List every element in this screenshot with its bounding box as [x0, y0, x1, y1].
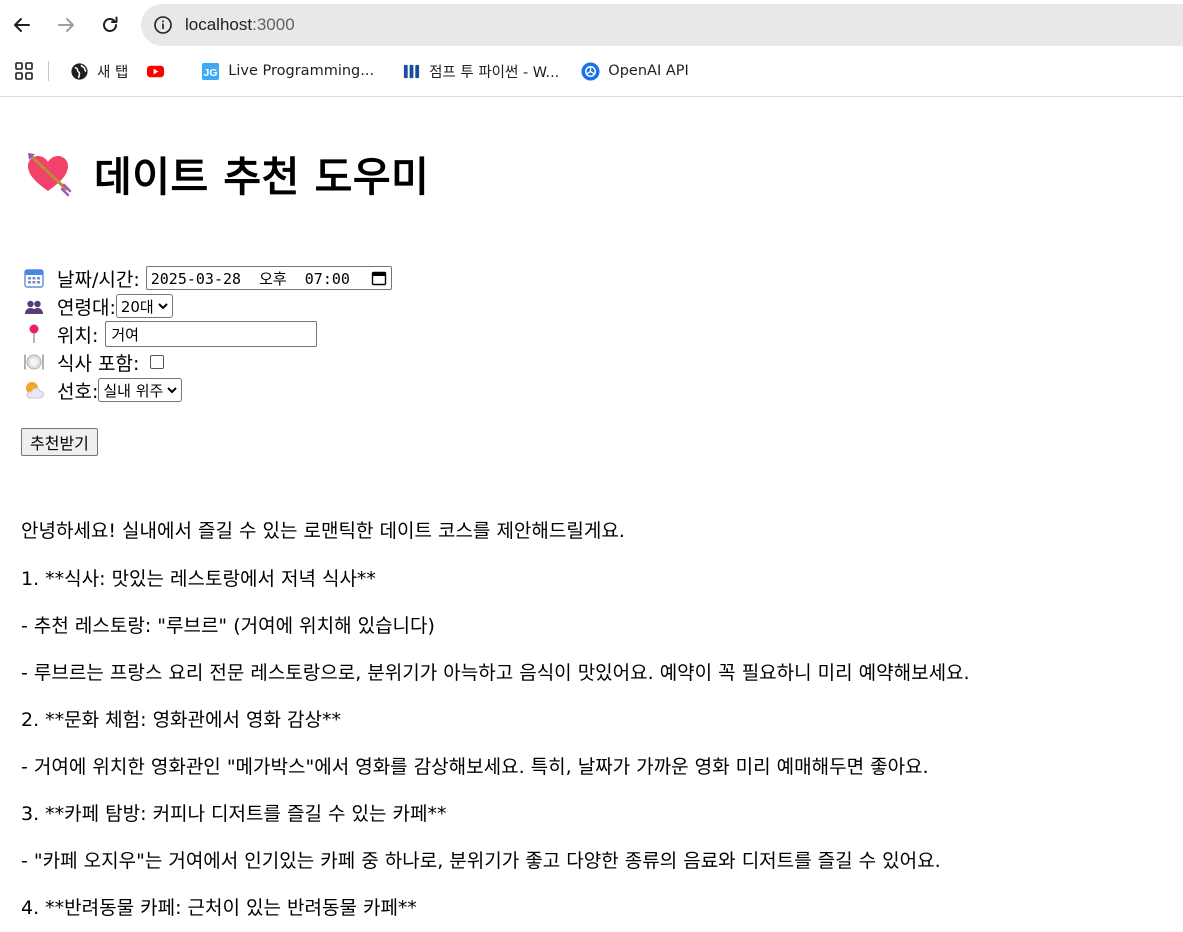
location-value: 거여: [111, 325, 139, 344]
result-line: 4. **반려동물 카페: 근처이 있는 반려동물 카페**: [21, 897, 417, 919]
youtube-icon: [146, 62, 165, 81]
page-content: 데이트 추천 도우미 날짜/시간: 2025-03-28 오후 07:00 연령…: [0, 149, 1183, 932]
preference-select[interactable]: 실내 위주: [98, 378, 183, 402]
result-line: 2. **문화 체험: 영화관에서 영화 감상**: [21, 709, 341, 731]
arrow-right-icon: [58, 18, 74, 32]
bookmarks-separator: [48, 61, 49, 81]
bookmarks-bar: 새 탭 JG Live Programming... 점프 투 파이썬 - W.…: [0, 54, 1183, 88]
openai-icon: [581, 61, 600, 81]
calendar-picker-icon[interactable]: [371, 270, 387, 286]
people-icon: [21, 295, 47, 317]
bookmark-label: 새 탭: [97, 64, 129, 81]
datetime-value: 2025-03-28 오후 07:00: [150, 269, 350, 288]
pushpin-icon: [21, 323, 47, 345]
wikidocs-icon: [402, 62, 421, 81]
bookmark-new-tab[interactable]: 새 탭: [61, 54, 137, 88]
bookmark-label: 점프 투 파이썬 - W...: [429, 64, 560, 81]
jg-icon: JG: [201, 62, 220, 81]
datetime-row: 날짜/시간: 2025-03-28 오후 07:00: [21, 264, 1162, 292]
site-info-icon[interactable]: [141, 4, 185, 46]
location-label: 위치:: [57, 324, 99, 347]
result-line: 1. **식사: 맛있는 레스토랑에서 저녁 식사**: [21, 568, 376, 590]
result-line: 안녕하세요! 실내에서 즐길 수 있는 로맨틱한 데이트 코스를 제안해드릴게요…: [21, 520, 625, 542]
bookmark-youtube[interactable]: [137, 54, 192, 88]
reload-icon: [103, 16, 118, 32]
bookmark-jump-to-python[interactable]: 점프 투 파이썬 - W...: [393, 54, 568, 88]
bookmark-label: OpenAI API: [608, 63, 689, 79]
page-heading: 데이트 추천 도우미: [21, 149, 1162, 201]
back-button[interactable]: [0, 3, 44, 47]
url-port: :3000: [252, 15, 295, 34]
result-line: - 거여에 위치한 영화관인 "메가박스"에서 영화를 감상해보세요. 특히, …: [21, 756, 929, 778]
age-row: 연령대: 20대: [21, 292, 1162, 320]
preference-label: 선호:: [57, 380, 99, 403]
reload-button[interactable]: [88, 3, 132, 47]
preference-value: 실내 위주: [103, 381, 164, 400]
datetime-input[interactable]: 2025-03-28 오후 07:00: [145, 266, 392, 290]
age-label: 연령대:: [57, 296, 116, 319]
location-row: 위치: 거여: [21, 320, 1162, 348]
date-form: 날짜/시간: 2025-03-28 오후 07:00 연령대: 20대 위치: …: [21, 264, 1162, 456]
heart-arrow-icon: [28, 153, 72, 197]
apps-button[interactable]: [0, 54, 48, 88]
chevron-down-icon: [158, 303, 168, 310]
result-line: 3. **카페 탐방: 커피나 디저트를 즐길 수 있는 카페**: [21, 803, 447, 825]
result-line: - "카페 오지우"는 거여에서 인기있는 카페 중 하나로, 분위기가 좋고 …: [21, 850, 941, 872]
apps-grid-icon: [15, 62, 33, 80]
forward-button[interactable]: [44, 3, 88, 47]
result-line: - 루브르는 프랑스 요리 전문 레스토랑으로, 분위기가 아늑하고 음식이 맛…: [21, 662, 970, 684]
age-value: 20대: [120, 297, 154, 316]
age-select[interactable]: 20대: [115, 294, 173, 318]
bookmark-openai-api[interactable]: OpenAI API: [572, 54, 697, 88]
arrow-left-icon: [14, 18, 30, 32]
sun-behind-cloud-icon: [21, 379, 47, 401]
svg-text:JG: JG: [204, 67, 218, 78]
preference-row: 선호: 실내 위주: [21, 376, 1162, 404]
recommendation-result: 안녕하세요! 실내에서 즐길 수 있는 로맨틱한 데이트 코스를 제안해드릴게요…: [21, 508, 1162, 932]
globe-icon: [70, 62, 89, 81]
calendar-icon: [21, 267, 47, 289]
chevron-down-icon: [167, 387, 178, 394]
url-text: localhost:3000: [185, 15, 295, 35]
recommend-button[interactable]: 추천받기: [21, 428, 98, 456]
page-title: 데이트 추천 도우미: [94, 153, 430, 201]
meal-label: 식사 포함:: [57, 352, 140, 375]
url-host: localhost: [185, 15, 253, 34]
plate-cutlery-icon: [21, 351, 47, 373]
bookmark-live-programming[interactable]: JG Live Programming...: [192, 54, 383, 88]
datetime-label: 날짜/시간:: [57, 268, 140, 291]
address-bar[interactable]: localhost:3000: [141, 4, 1183, 46]
meal-row: 식사 포함:: [21, 348, 1162, 376]
result-line: - 추천 레스토랑: "루브르" (거여에 위치해 있습니다): [21, 615, 435, 637]
location-input[interactable]: 거여: [105, 321, 318, 347]
meal-checkbox[interactable]: [150, 355, 165, 369]
browser-chrome: localhost:3000 새 탭 JG Live Programming..…: [0, 0, 1183, 97]
bookmark-label: Live Programming...: [228, 63, 375, 79]
